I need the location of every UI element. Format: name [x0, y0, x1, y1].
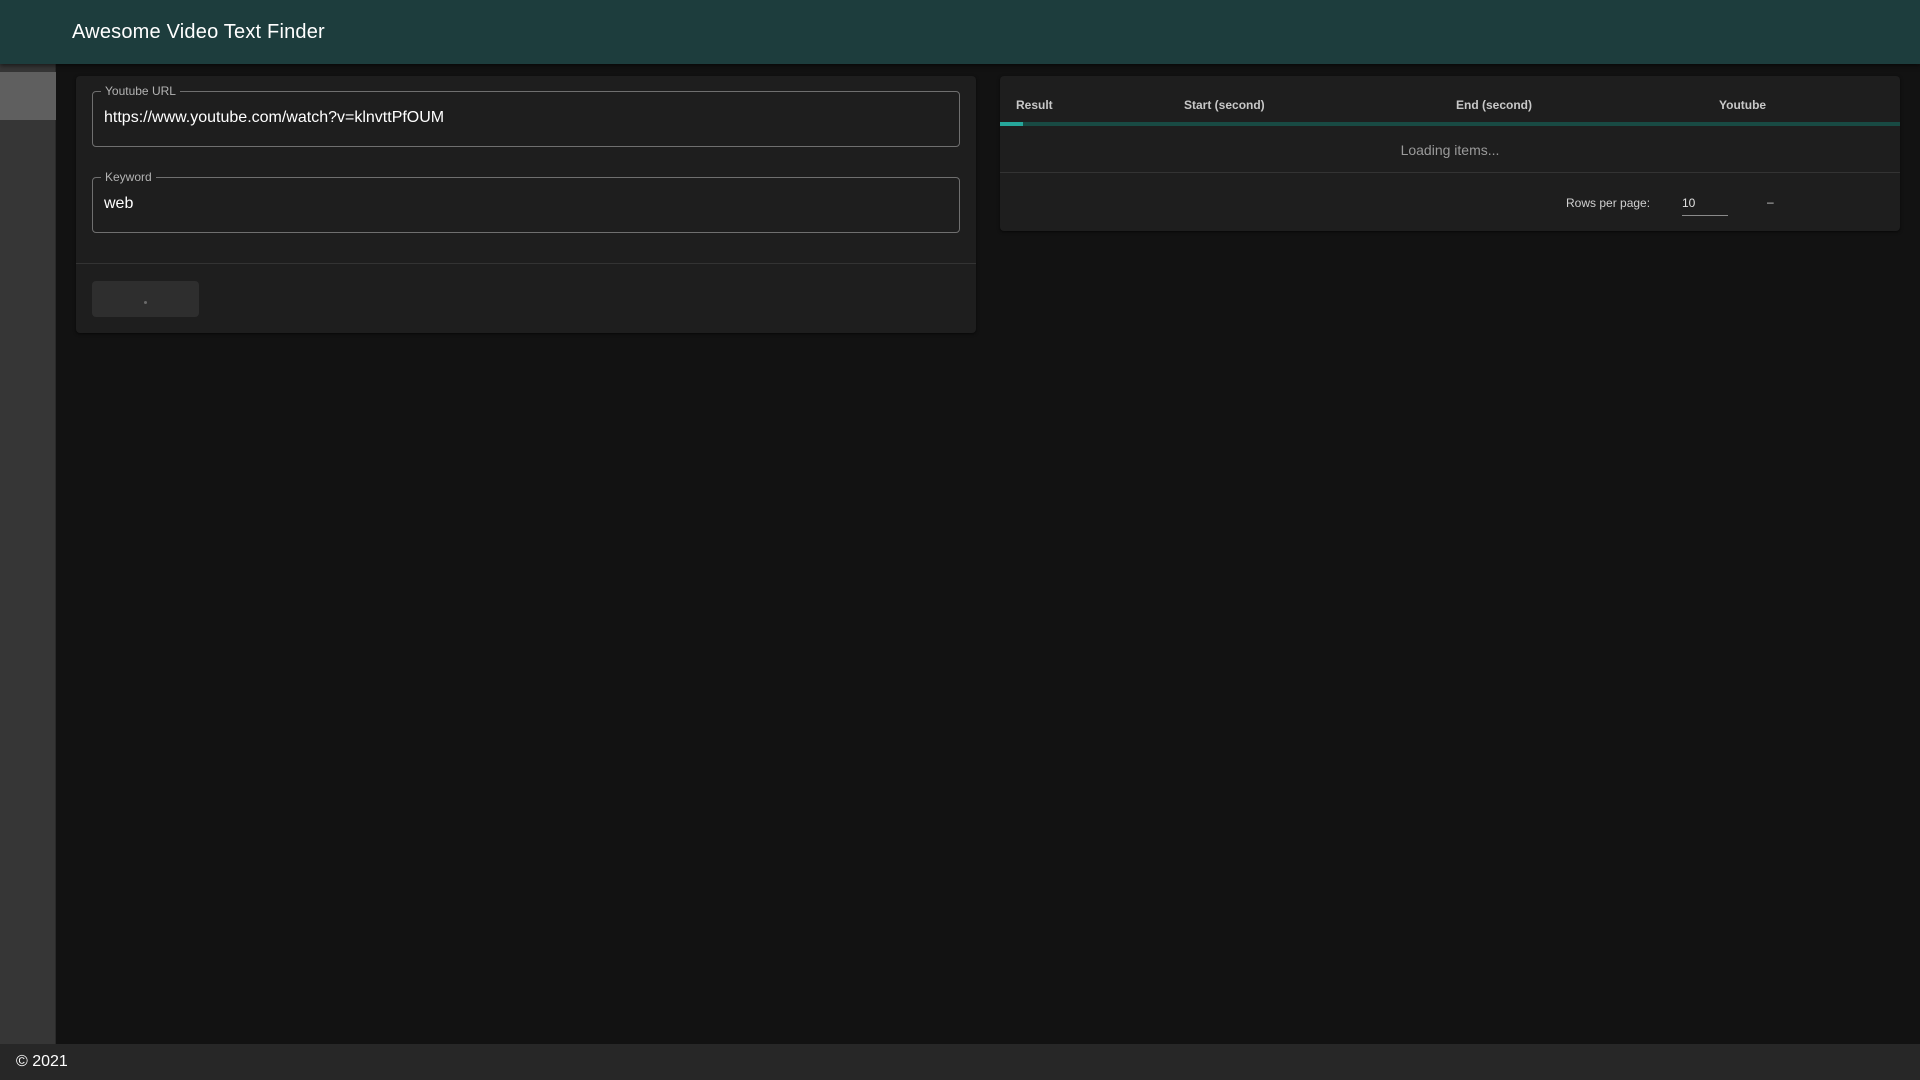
main-content: Youtube URL Keyword Result Start (second… — [57, 64, 1920, 1044]
footer: © 2021 — [0, 1044, 1920, 1080]
form-divider — [76, 263, 976, 264]
page-range: – — [1767, 195, 1774, 209]
keyword-input[interactable] — [104, 195, 944, 213]
app-bar: Awesome Video Text Finder — [0, 0, 1920, 64]
results-table-card: Result Start (second) End (second) Youtu… — [1000, 76, 1900, 231]
column-header-start[interactable]: Start (second) — [1184, 98, 1265, 112]
column-header-end[interactable]: End (second) — [1456, 98, 1532, 112]
search-form-card: Youtube URL Keyword — [76, 76, 976, 333]
youtube-url-field[interactable]: Youtube URL — [92, 84, 960, 147]
youtube-url-input[interactable] — [104, 109, 944, 127]
loading-progress-bar — [1000, 122, 1900, 126]
youtube-url-label: Youtube URL — [101, 84, 180, 98]
keyword-label: Keyword — [101, 170, 156, 184]
column-header-youtube[interactable]: Youtube — [1719, 98, 1766, 112]
loading-text: Loading items... — [1400, 142, 1500, 158]
nav-drawer — [0, 64, 56, 1044]
app-title: Awesome Video Text Finder — [72, 20, 325, 43]
loading-dot-icon — [144, 300, 147, 304]
submit-button[interactable] — [92, 281, 199, 317]
column-header-result[interactable]: Result — [1016, 98, 1053, 112]
table-divider — [1000, 172, 1900, 173]
keyword-field[interactable]: Keyword — [92, 170, 960, 233]
rows-per-page-label: Rows per page: — [1566, 196, 1651, 210]
rows-per-page-select[interactable]: 10 — [1682, 190, 1728, 216]
copyright-text: © 2021 — [16, 1053, 68, 1070]
loading-progress-fill — [1000, 122, 1023, 126]
nav-item-active[interactable] — [0, 72, 56, 120]
